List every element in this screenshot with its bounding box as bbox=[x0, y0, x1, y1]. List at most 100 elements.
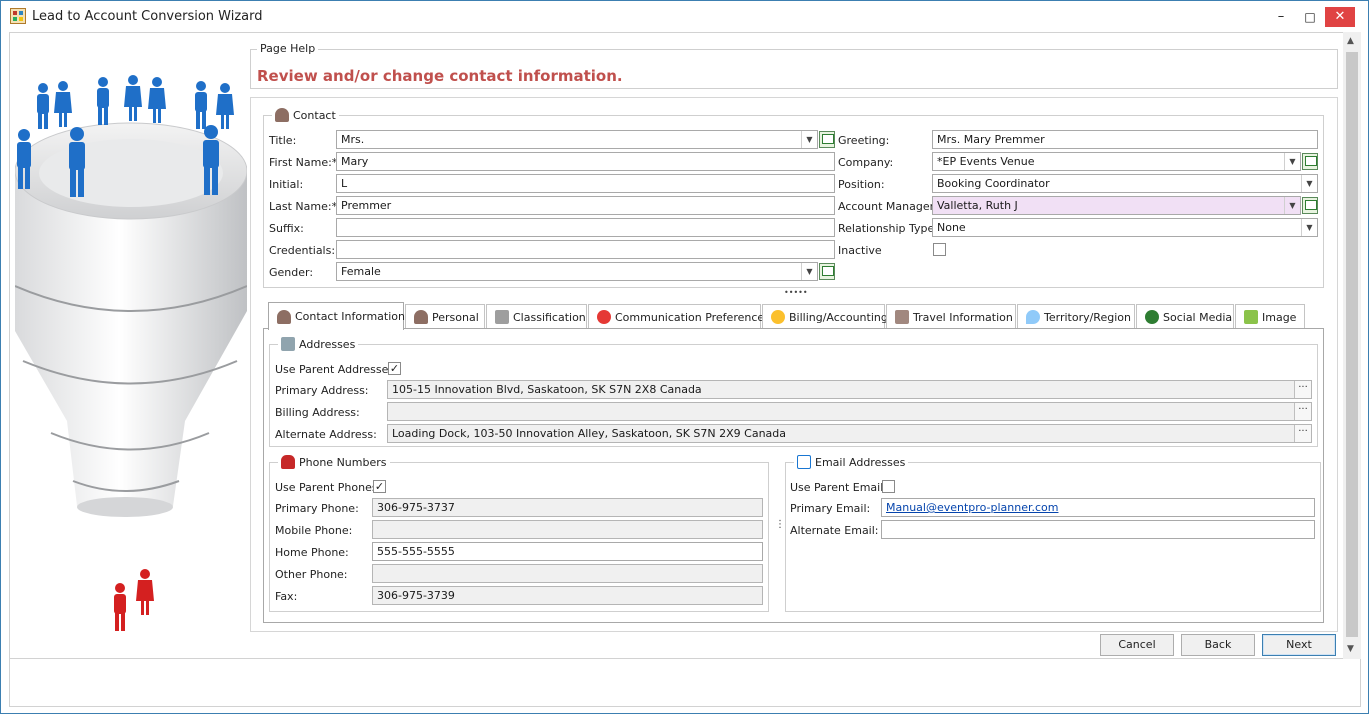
edit-account-manager-button[interactable] bbox=[1302, 197, 1318, 214]
tab-label: Classification bbox=[513, 310, 586, 324]
close-button[interactable]: ✕ bbox=[1325, 7, 1355, 27]
gender-select[interactable]: Female ▼ bbox=[336, 262, 818, 281]
home-phone-field[interactable]: 555-555-5555 bbox=[372, 542, 763, 561]
company-select[interactable]: *EP Events Venue ▼ bbox=[932, 152, 1301, 171]
mobile-phone-field[interactable] bbox=[372, 520, 763, 539]
person-icon bbox=[277, 309, 291, 324]
tab-travel-information[interactable]: Travel Information bbox=[886, 304, 1016, 329]
edit-title-button[interactable] bbox=[819, 131, 835, 148]
chevron-down-icon[interactable]: ▼ bbox=[1284, 197, 1300, 214]
chevron-down-icon[interactable]: ▼ bbox=[801, 131, 817, 148]
position-select[interactable]: Booking Coordinator ▼ bbox=[932, 174, 1318, 193]
use-parent-phones-checkbox[interactable]: ✓ bbox=[373, 480, 386, 493]
alternate-address-value: Loading Dock, 103-50 Innovation Alley, S… bbox=[392, 427, 787, 440]
vertical-splitter[interactable]: ⋮ bbox=[775, 520, 785, 530]
other-phone-field[interactable] bbox=[372, 564, 763, 583]
status-area bbox=[9, 659, 1361, 707]
chevron-down-icon[interactable]: ▼ bbox=[801, 263, 817, 280]
no-contact-icon bbox=[597, 310, 611, 324]
page-help-group: Page Help Review and/or change contact i… bbox=[250, 42, 1338, 89]
last-name-field[interactable]: Premmer bbox=[336, 196, 835, 215]
primary-phone-label: Primary Phone: bbox=[275, 502, 359, 515]
email-addresses-legend-text: Email Addresses bbox=[815, 455, 906, 469]
scroll-up-icon[interactable]: ▲ bbox=[1347, 36, 1354, 46]
primary-address-field[interactable]: 105-15 Innovation Blvd, Saskatoon, SK S7… bbox=[387, 380, 1312, 399]
relationship-type-label: Relationship Type: bbox=[838, 222, 938, 235]
chevron-down-icon[interactable]: ▼ bbox=[1301, 219, 1317, 236]
tab-label: Territory/Region bbox=[1044, 310, 1131, 324]
wizard-window: Lead to Account Conversion Wizard – □ ✕ … bbox=[0, 0, 1369, 714]
funnel-illustration bbox=[15, 75, 247, 631]
account-manager-label: Account Manager: bbox=[838, 200, 938, 213]
title-select[interactable]: Mrs. ▼ bbox=[336, 130, 818, 149]
chevron-down-icon[interactable]: ▼ bbox=[1301, 175, 1317, 192]
other-phone-label: Other Phone: bbox=[275, 568, 348, 581]
primary-phone-field[interactable]: 306-975-3737 bbox=[372, 498, 763, 517]
use-parent-addresses-checkbox[interactable]: ✓ bbox=[388, 362, 401, 375]
back-button[interactable]: Back bbox=[1181, 634, 1255, 656]
account-manager-select[interactable]: Valletta, Ruth J ▼ bbox=[932, 196, 1301, 215]
window-title: Lead to Account Conversion Wizard bbox=[32, 9, 263, 24]
minimize-button[interactable]: – bbox=[1266, 7, 1296, 27]
greeting-field[interactable]: Mrs. Mary Premmer bbox=[932, 130, 1318, 149]
tab-billing-accounting[interactable]: Billing/Accounting bbox=[762, 304, 888, 329]
primary-email-field[interactable]: Manual@eventpro-planner.com bbox=[881, 498, 1315, 517]
relationship-type-select[interactable]: None ▼ bbox=[932, 218, 1318, 237]
position-label: Position: bbox=[838, 178, 885, 191]
contact-legend: Contact bbox=[272, 108, 339, 122]
person-icon bbox=[275, 108, 289, 122]
tab-territory-region[interactable]: Territory/Region bbox=[1017, 304, 1135, 329]
maximize-button[interactable]: □ bbox=[1295, 7, 1325, 27]
page-help-text: Review and/or change contact information… bbox=[257, 67, 623, 85]
alternate-address-label: Alternate Address: bbox=[275, 428, 377, 441]
phone-numbers-legend-text: Phone Numbers bbox=[299, 455, 387, 469]
addresses-legend-text: Addresses bbox=[299, 337, 356, 351]
scroll-down-icon[interactable]: ▼ bbox=[1347, 644, 1354, 654]
tab-communication-preferences[interactable]: Communication Preferences bbox=[588, 304, 770, 329]
tab-image[interactable]: Image bbox=[1235, 304, 1305, 329]
company-value: *EP Events Venue bbox=[937, 155, 1035, 168]
first-name-label: First Name:* bbox=[269, 156, 338, 169]
contact-legend-text: Contact bbox=[293, 108, 336, 122]
page-help-legend: Page Help bbox=[257, 42, 319, 55]
next-button[interactable]: Next bbox=[1262, 634, 1336, 656]
scroll-thumb[interactable] bbox=[1346, 52, 1358, 637]
tab-label: Personal bbox=[432, 310, 479, 324]
gender-value: Female bbox=[341, 265, 381, 278]
title-bar: Lead to Account Conversion Wizard – □ ✕ bbox=[1, 1, 1368, 32]
tab-social-media[interactable]: Social Media bbox=[1136, 304, 1234, 329]
billing-address-field[interactable]: ··· bbox=[387, 402, 1312, 421]
cancel-button[interactable]: Cancel bbox=[1100, 634, 1174, 656]
addresses-legend: Addresses bbox=[278, 337, 359, 351]
relationship-type-value: None bbox=[937, 221, 966, 234]
image-icon bbox=[1244, 310, 1258, 324]
alternate-address-field[interactable]: Loading Dock, 103-50 Innovation Alley, S… bbox=[387, 424, 1312, 443]
ellipsis-button[interactable]: ··· bbox=[1294, 403, 1311, 420]
initial-field[interactable]: L bbox=[336, 174, 835, 193]
edit-gender-button[interactable] bbox=[819, 263, 835, 280]
alternate-email-field[interactable] bbox=[881, 520, 1315, 539]
fax-field[interactable]: 306-975-3739 bbox=[372, 586, 763, 605]
person-icon bbox=[414, 310, 428, 324]
ellipsis-button[interactable]: ··· bbox=[1294, 381, 1311, 398]
credentials-field[interactable] bbox=[336, 240, 835, 259]
tab-label: Social Media bbox=[1163, 310, 1233, 324]
use-parent-emails-checkbox[interactable] bbox=[882, 480, 895, 493]
tab-personal[interactable]: Personal bbox=[405, 304, 485, 329]
primary-email-label: Primary Email: bbox=[790, 502, 871, 515]
primary-email-link[interactable]: Manual@eventpro-planner.com bbox=[886, 501, 1058, 514]
billing-address-label: Billing Address: bbox=[275, 406, 360, 419]
edit-company-button[interactable] bbox=[1302, 153, 1318, 170]
email-addresses-legend: Email Addresses bbox=[794, 455, 909, 469]
tab-classification[interactable]: Classification bbox=[486, 304, 587, 329]
suffix-field[interactable] bbox=[336, 218, 835, 237]
ellipsis-button[interactable]: ··· bbox=[1294, 425, 1311, 442]
chevron-down-icon[interactable]: ▼ bbox=[1284, 153, 1300, 170]
gender-label: Gender: bbox=[269, 266, 314, 279]
inactive-checkbox[interactable] bbox=[933, 243, 946, 256]
horizontal-splitter[interactable]: ••••• bbox=[784, 288, 808, 297]
first-name-field[interactable]: Mary bbox=[336, 152, 835, 171]
tab-contact-information[interactable]: Contact Information bbox=[268, 302, 405, 330]
last-name-label: Last Name:* bbox=[269, 200, 338, 213]
vertical-scrollbar[interactable]: ▲ ▼ bbox=[1343, 32, 1361, 659]
